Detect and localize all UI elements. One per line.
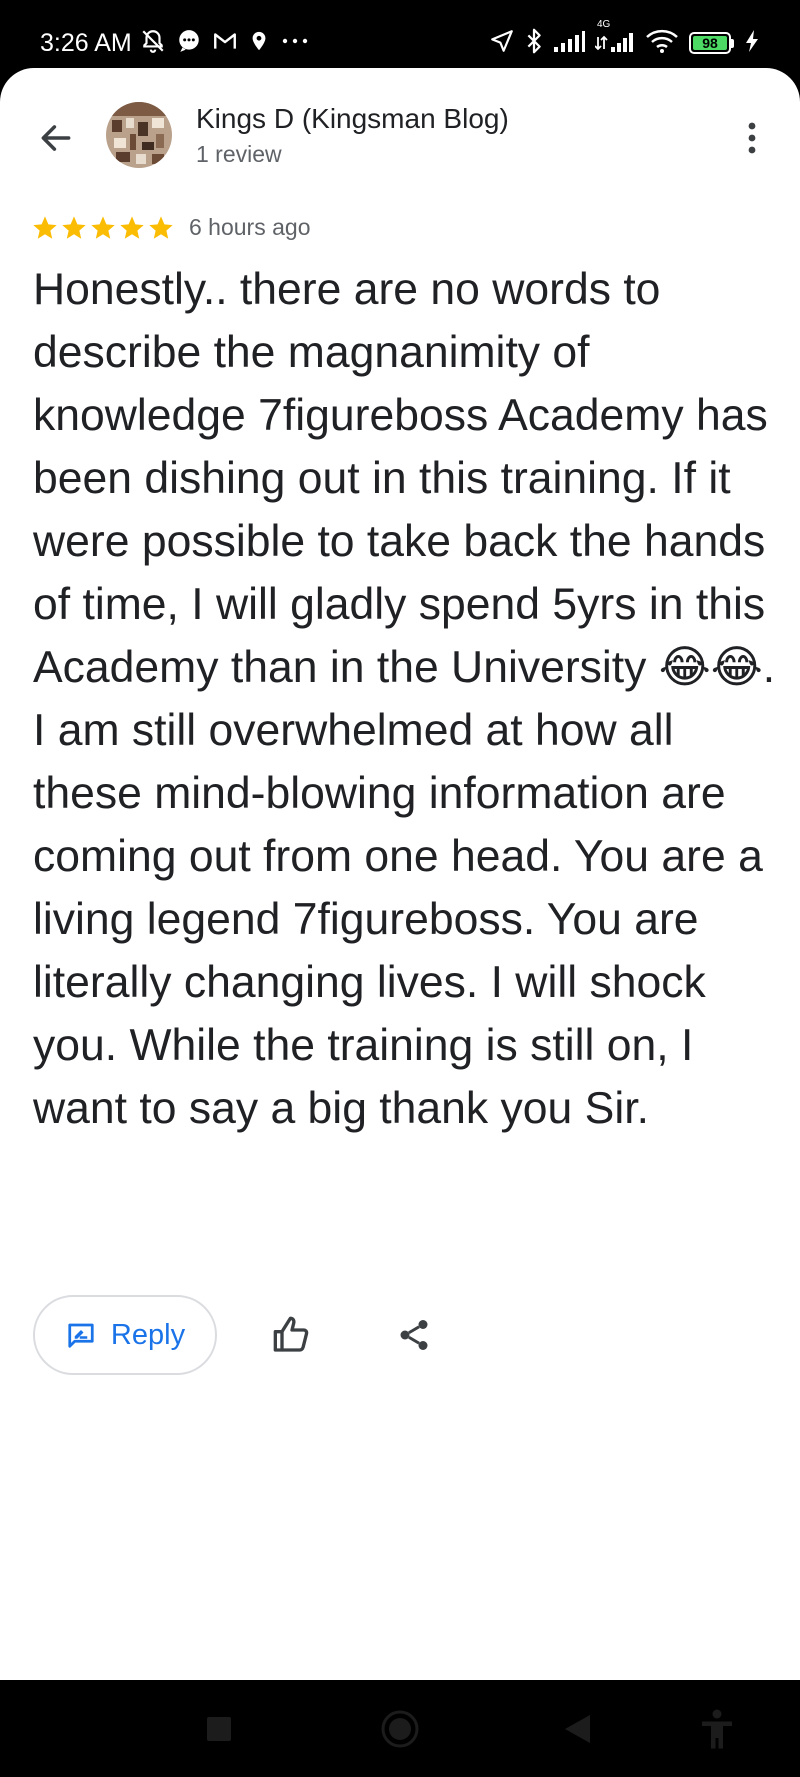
home-button[interactable] bbox=[375, 1704, 425, 1754]
back-nav-button[interactable] bbox=[552, 1704, 602, 1754]
back-triangle-icon bbox=[565, 1715, 590, 1743]
star-icon bbox=[149, 216, 173, 239]
signal-4g-icon: 4G bbox=[594, 19, 635, 58]
battery-level: 98 bbox=[693, 36, 727, 50]
back-button[interactable] bbox=[30, 112, 82, 164]
bluetooth-icon bbox=[525, 27, 543, 60]
share-button[interactable] bbox=[390, 1311, 438, 1359]
rate-review-icon bbox=[68, 1323, 94, 1348]
thumb-up-icon bbox=[273, 1316, 309, 1352]
wifi-icon bbox=[645, 28, 679, 59]
status-notification-icons bbox=[140, 28, 310, 58]
battery-icon: 98 bbox=[689, 32, 734, 54]
review-count: 1 review bbox=[196, 141, 282, 167]
charging-icon bbox=[744, 28, 760, 59]
arrow-back-icon bbox=[41, 125, 71, 151]
star-rating bbox=[31, 214, 175, 244]
review-text: Honestly.. there are no words to describ… bbox=[33, 265, 776, 1133]
gmail-icon bbox=[212, 28, 238, 59]
accessibility-icon bbox=[702, 1709, 732, 1749]
like-button[interactable] bbox=[268, 1311, 316, 1359]
status-time: 3:26 AM bbox=[40, 29, 132, 57]
network-type-label: 4G bbox=[597, 18, 611, 30]
reply-label: Reply bbox=[110, 1318, 186, 1351]
navigation-arrow-icon bbox=[489, 28, 515, 59]
recents-button[interactable] bbox=[194, 1704, 244, 1754]
more-vert-icon bbox=[748, 122, 756, 154]
review-time: 6 hours ago bbox=[189, 214, 311, 240]
share-icon bbox=[400, 1320, 428, 1350]
more-options-button[interactable] bbox=[732, 112, 772, 164]
more-dots-icon bbox=[280, 28, 310, 59]
recents-square-icon bbox=[207, 1717, 231, 1741]
notifications-off-icon bbox=[140, 28, 166, 59]
star-icon bbox=[91, 216, 115, 239]
author-name[interactable]: Kings D (Kingsman Blog) bbox=[196, 102, 509, 136]
system-nav-bar bbox=[0, 1680, 800, 1777]
star-icon bbox=[120, 216, 144, 239]
avatar[interactable] bbox=[106, 102, 172, 168]
chat-bubble-icon bbox=[176, 28, 202, 59]
status-bar: 3:26 AM 4G 98 bbox=[0, 0, 800, 68]
star-icon bbox=[33, 216, 57, 239]
home-circle-icon bbox=[381, 1710, 419, 1748]
reply-button[interactable]: Reply bbox=[33, 1295, 217, 1375]
status-system-icons: 4G 98 bbox=[489, 19, 760, 60]
signal-icon bbox=[553, 29, 585, 58]
star-icon bbox=[62, 216, 86, 239]
accessibility-button[interactable] bbox=[692, 1704, 742, 1754]
review-detail-sheet: Kings D (Kingsman Blog) 1 review 6 hours… bbox=[0, 68, 800, 1680]
location-pin-icon bbox=[248, 28, 270, 59]
